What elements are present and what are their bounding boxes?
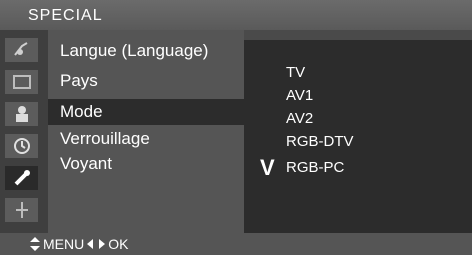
menu-item-mode[interactable]: Mode bbox=[48, 99, 244, 125]
setup-category[interactable] bbox=[5, 38, 38, 62]
lock-person-icon bbox=[15, 106, 28, 122]
clock-icon bbox=[13, 138, 30, 154]
category-icon-column bbox=[0, 30, 48, 233]
menu-item-langue[interactable]: Langue (Language) bbox=[60, 41, 208, 61]
plug-icon bbox=[15, 202, 28, 218]
title-bar: SPECIAL bbox=[0, 0, 472, 30]
option-av1[interactable]: AV1 bbox=[286, 87, 313, 104]
satellite-dish-icon bbox=[13, 42, 28, 56]
menu-item-pays[interactable]: Pays bbox=[60, 71, 98, 91]
up-down-arrow-icon bbox=[30, 237, 40, 251]
time-category[interactable] bbox=[5, 134, 38, 158]
menu-item-mode-label: Mode bbox=[60, 102, 103, 121]
option-tv[interactable]: TV bbox=[286, 64, 305, 81]
lock-category[interactable] bbox=[5, 102, 38, 126]
picture-category[interactable] bbox=[5, 70, 38, 94]
osd-menu: SPECIAL Langue (Language) Pays Verrouill… bbox=[0, 0, 472, 255]
ok-hint-label: OK bbox=[108, 236, 129, 252]
tools-icon bbox=[14, 170, 30, 186]
menu-hint-label: MENU bbox=[43, 236, 85, 252]
navigation-hint-bar: MENU OK bbox=[0, 233, 472, 255]
screen-icon bbox=[12, 75, 31, 89]
option-rgb-pc[interactable]: RGB-PC bbox=[286, 159, 344, 176]
menu-item-voyant[interactable]: Voyant bbox=[60, 154, 112, 174]
menu-item-verrouillage[interactable]: Verrouillage bbox=[60, 129, 150, 149]
input-category[interactable] bbox=[5, 198, 38, 222]
special-category[interactable] bbox=[5, 166, 38, 190]
option-av2[interactable]: AV2 bbox=[286, 110, 313, 127]
mode-options-panel: TV AV1 AV2 RGB-DTV V RGB-PC bbox=[244, 40, 472, 233]
menu-title: SPECIAL bbox=[28, 7, 103, 24]
option-rgb-dtv[interactable]: RGB-DTV bbox=[286, 133, 354, 150]
menu-list: Langue (Language) Pays Verrouillage Voya… bbox=[48, 30, 244, 233]
navigation-hint: MENU OK bbox=[30, 236, 128, 252]
left-right-arrow-icon bbox=[87, 239, 106, 249]
selected-check-mark: V bbox=[260, 155, 275, 180]
